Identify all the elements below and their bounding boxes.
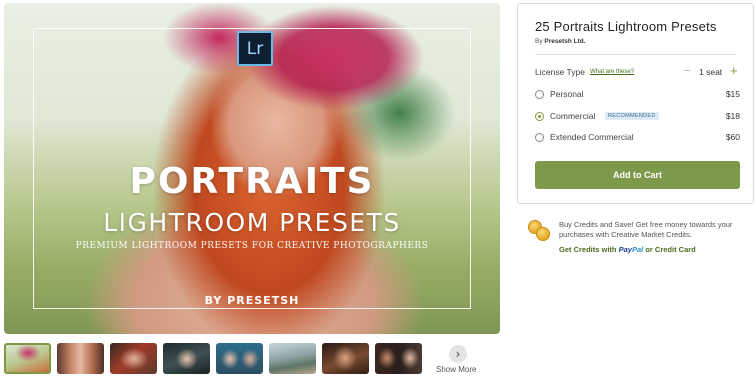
product-hero-image[interactable]: Lr PORTRAITS LIGHTROOM PRESETS PREMIUM L… xyxy=(4,3,500,334)
paypal-logo-pal: Pal xyxy=(631,245,644,254)
license-radio-commercial[interactable] xyxy=(535,112,544,121)
thumbnail-2[interactable] xyxy=(57,343,104,374)
lightroom-logo-text: Lr xyxy=(246,38,264,59)
coins-icon xyxy=(528,220,552,242)
license-option-personal[interactable]: Personal $15 xyxy=(535,88,740,102)
thumbnail-6[interactable] xyxy=(269,343,316,374)
thumbnail-7[interactable] xyxy=(322,343,369,374)
license-option-extended-commercial[interactable]: Extended Commercial $60 xyxy=(535,131,740,145)
hero-credit: BY PRESETSH xyxy=(204,294,300,307)
get-credits-suffix: or Credit Card xyxy=(645,245,696,254)
product-byline: By Presetsh Ltd. xyxy=(535,38,586,45)
license-option-commercial[interactable]: Commercial RECOMMENDED $18 xyxy=(535,110,740,124)
show-more-button[interactable]: › xyxy=(449,345,467,363)
thumbnail-8[interactable] xyxy=(375,343,422,374)
hero-title-line2: LIGHTROOM PRESETS xyxy=(103,208,401,237)
purchase-card: 25 Portraits Lightroom Presets By Preset… xyxy=(517,3,754,204)
hero-title-line1: PORTRAITS xyxy=(129,161,375,202)
thumbnail-4[interactable] xyxy=(163,343,210,374)
license-radio-personal[interactable] xyxy=(535,90,544,99)
license-name: Personal xyxy=(550,89,584,99)
chevron-right-icon: › xyxy=(455,347,461,361)
license-radio-extended-commercial[interactable] xyxy=(535,133,544,142)
thumbnail-3[interactable] xyxy=(110,343,157,374)
add-to-cart-button[interactable]: Add to Cart xyxy=(535,161,740,189)
seat-decrement-button[interactable]: − xyxy=(684,65,690,77)
paypal-logo-pay: Pay xyxy=(618,245,632,254)
license-type-label: License Type xyxy=(535,67,585,77)
license-name: Extended Commercial xyxy=(550,132,634,142)
card-divider xyxy=(535,54,736,55)
thumbnail-1[interactable] xyxy=(4,343,51,374)
license-name: Commercial xyxy=(550,111,596,121)
recommended-badge: RECOMMENDED xyxy=(605,112,659,120)
license-price: $60 xyxy=(725,132,740,142)
thumbnail-5[interactable] xyxy=(216,343,263,374)
product-title: 25 Portraits Lightroom Presets xyxy=(535,19,717,34)
license-price: $15 xyxy=(725,89,740,99)
license-help-link[interactable]: What are these? xyxy=(590,69,634,75)
byline-prefix: By xyxy=(535,38,543,45)
seat-count: 1 seat xyxy=(699,67,723,77)
license-price: $18 xyxy=(725,111,740,121)
get-credits-prefix: Get Credits with xyxy=(559,245,617,254)
seat-increment-button[interactable]: + xyxy=(730,63,738,78)
hero-tagline: PREMIUM LIGHTROOM PRESETS FOR CREATIVE P… xyxy=(75,241,429,251)
coin-icon xyxy=(536,227,550,241)
get-credits-link[interactable]: Get Credits with PayPal or Credit Card xyxy=(559,245,696,254)
show-more-label[interactable]: Show More xyxy=(436,365,476,374)
lightroom-logo-icon: Lr xyxy=(237,31,273,66)
credits-promo-text: Buy Credits and Save! Get free money tow… xyxy=(559,220,733,239)
author-link[interactable]: Presetsh Ltd. xyxy=(544,38,585,45)
